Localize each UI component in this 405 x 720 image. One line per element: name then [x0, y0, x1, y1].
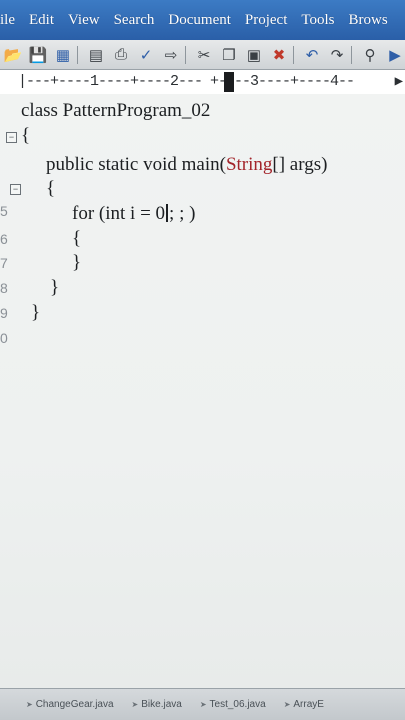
tab-label: ChangeGear.java [35, 699, 114, 710]
tab-label: ArrayE [293, 699, 324, 710]
tab-label: Bike.java [141, 699, 182, 710]
menu-project[interactable]: Project [245, 12, 288, 29]
tab-changegear[interactable]: ➤ ChangeGear.java [26, 699, 114, 710]
copy-icon[interactable]: ❐ [218, 44, 240, 66]
ruler-scroll-right-icon[interactable]: ▶ [395, 70, 403, 94]
undo-icon[interactable]: ↶ [301, 44, 323, 66]
fold-collapse-icon[interactable]: − [6, 132, 17, 143]
tab-arrow-icon: ➤ [283, 700, 291, 709]
ruler: |---+----1----+----2--- +----3----+----4… [0, 70, 405, 95]
code-line-open-brace: { [21, 125, 31, 146]
find-icon[interactable]: ⚲ [359, 44, 381, 66]
toolbar-separator [77, 45, 82, 64]
code-text: [] args) [272, 154, 328, 175]
save-all-icon[interactable]: ▦ [52, 44, 74, 66]
line-number: 8 [0, 280, 8, 296]
toolbar-separator [351, 45, 356, 64]
print-icon[interactable]: ⎙ [110, 44, 132, 66]
save-icon[interactable]: 💾 [27, 44, 49, 66]
fold-collapse-icon[interactable]: − [10, 184, 21, 195]
code-line-open-brace: { [46, 178, 56, 199]
line-number: 5 [0, 203, 8, 219]
code-line-close-brace: } [72, 252, 82, 273]
document-tab-bar: ➤ ChangeGear.java ➤ Bike.java ➤ Test_06.jav… [0, 688, 405, 720]
print-preview-icon[interactable]: ▤ [85, 44, 107, 66]
code-line-open-brace: { [72, 228, 82, 249]
find-next-icon[interactable]: ▶ [384, 44, 405, 66]
menu-document[interactable]: Document [168, 12, 230, 29]
tab-arrow-icon: ➤ [131, 700, 139, 709]
code-line-main-method: public static void main(String[] args) [46, 154, 327, 176]
menu-tools[interactable]: Tools [301, 12, 334, 29]
menu-edit[interactable]: Edit [29, 12, 54, 29]
code-line-close-brace: } [50, 277, 60, 298]
menu-file[interactable]: ile [0, 12, 15, 29]
code-line-for-loop: for (int i = 0; ; ) [72, 203, 195, 225]
open-icon[interactable]: 📂 [2, 44, 24, 66]
line-number: 7 [0, 255, 8, 271]
paste-icon[interactable]: ▣ [243, 44, 265, 66]
text-cursor [166, 204, 169, 222]
tab-test06[interactable]: ➤ Test_06.java [200, 699, 266, 710]
menu-view[interactable]: View [68, 12, 100, 29]
tab-arrow-icon: ➤ [26, 700, 33, 709]
code-text: for (int i = 0 [72, 203, 166, 224]
tab-array[interactable]: ➤ ArrayE [284, 699, 324, 710]
code-keyword-string: String [225, 154, 273, 175]
code-line-class-declaration: class PatternProgram_02 [21, 100, 211, 121]
toolbar: 📂 💾 ▦ ▤ ⎙ ✓ ⇨ ✂ ❐ ▣ ✖ ↶ ↷ ⚲ ▶ [0, 40, 405, 70]
code-editor[interactable]: − − 5 6 7 8 9 0 class PatternProgram_02 … [0, 94, 405, 688]
ruler-scale: |---+----1----+----2--- +----3----+----4… [18, 73, 355, 90]
cut-icon[interactable]: ✂ [193, 44, 215, 66]
menu-search[interactable]: Search [114, 12, 155, 29]
code-text: ; ; ) [169, 203, 196, 224]
tab-label: Test_06.java [209, 699, 266, 710]
menu-browser[interactable]: Brows [349, 12, 388, 29]
menu-bar: ile Edit View Search Document Project To… [0, 0, 405, 40]
toolbar-separator [185, 45, 190, 64]
redo-icon[interactable]: ↷ [326, 44, 348, 66]
ruler-cursor-marker [224, 72, 234, 92]
code-text: public static void main( [46, 154, 226, 175]
export-icon[interactable]: ⇨ [160, 44, 182, 66]
tab-arrow-icon: ➤ [199, 700, 207, 709]
tab-bike[interactable]: ➤ Bike.java [132, 699, 182, 710]
delete-icon[interactable]: ✖ [268, 44, 290, 66]
line-number: 6 [0, 231, 8, 247]
code-line-close-brace: } [31, 302, 41, 323]
line-number: 9 [0, 305, 8, 321]
toolbar-separator [293, 45, 298, 64]
line-number: 0 [0, 330, 8, 346]
spell-check-icon[interactable]: ✓ [135, 44, 157, 66]
